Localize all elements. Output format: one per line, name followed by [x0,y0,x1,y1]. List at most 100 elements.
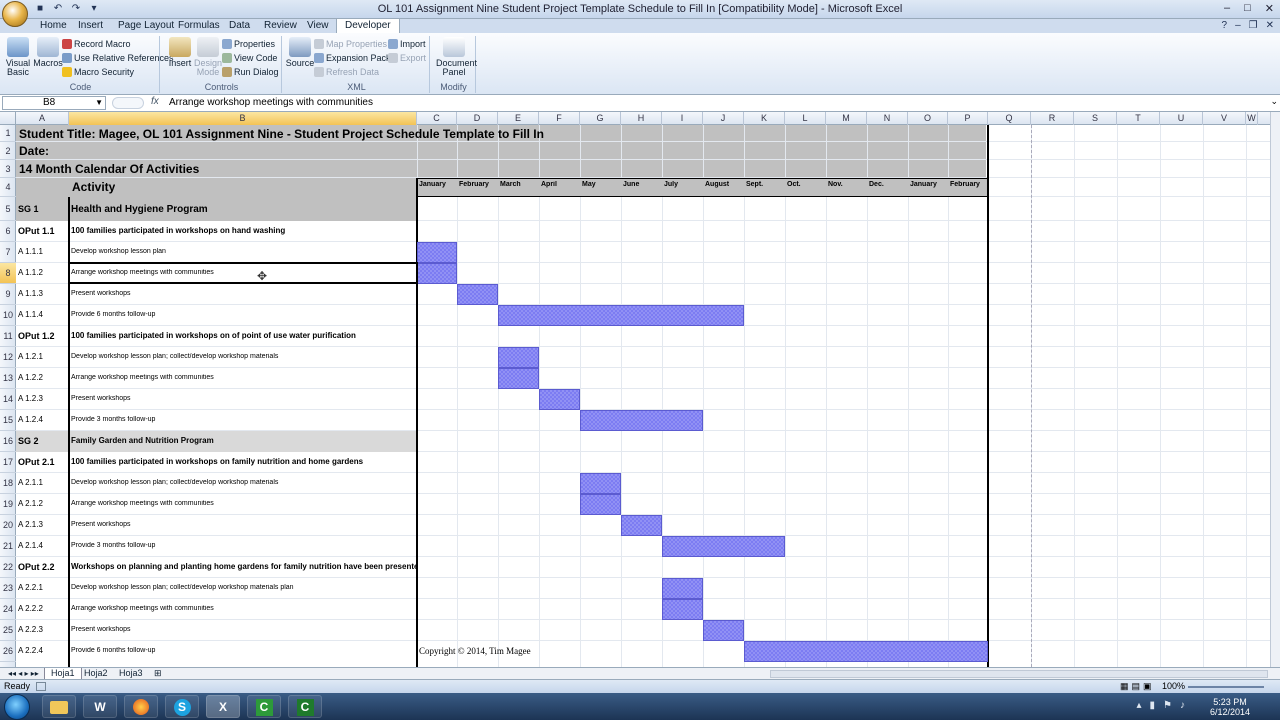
row-header-14[interactable]: 14 [0,389,16,410]
activity-description[interactable]: Workshops on planning and planting home … [71,562,416,571]
relative-references-button[interactable]: Use Relative References [62,52,174,65]
tab-data[interactable]: Data [221,19,258,33]
activity-description[interactable]: Develop workshop lesson plan; collect/de… [71,584,416,591]
tab-view[interactable]: View [299,19,337,33]
row-header-20[interactable]: 20 [0,515,16,536]
activity-description[interactable]: Provide 6 months follow-up [71,647,416,654]
activity-description[interactable]: Health and Hygiene Program [71,204,416,215]
row-header-13[interactable]: 13 [0,368,16,389]
zoom-level[interactable]: 100% [1162,680,1185,693]
activity-description[interactable]: Develop workshop lesson plan; collect/de… [71,479,416,486]
row-header-21[interactable]: 21 [0,536,16,557]
record-macro-button[interactable]: Record Macro [62,38,131,51]
activity-description[interactable]: Develop workshop lesson plan [71,248,416,255]
word-taskbar-icon[interactable]: W [83,695,117,718]
row-header-10[interactable]: 10 [0,305,16,326]
column-header-r[interactable]: R [1031,112,1074,125]
row-header-18[interactable]: 18 [0,473,16,494]
volume-icon[interactable]: ♪ [1180,700,1185,711]
column-header-a[interactable]: A [16,112,69,125]
horizontal-scrollbar[interactable] [770,670,1268,678]
activity-description[interactable]: Arrange workshop meetings with communiti… [71,374,416,381]
macro-record-status-icon[interactable] [36,682,46,691]
refresh-data-button[interactable]: Refresh Data [314,66,379,79]
column-header-k[interactable]: K [744,112,785,125]
activity-description[interactable]: Provide 3 months follow-up [71,416,416,423]
row-header-19[interactable]: 19 [0,494,16,515]
export-button[interactable]: Export [388,52,426,65]
activity-description[interactable]: Provide 3 months follow-up [71,542,416,549]
expand-formula-bar-icon[interactable]: ⌄ [1270,96,1278,107]
close-icon[interactable]: ✕ [1265,2,1274,15]
column-header-d[interactable]: D [457,112,498,125]
activity-description[interactable]: Arrange workshop meetings with communiti… [71,605,416,612]
column-header-p[interactable]: P [948,112,988,125]
column-header-s[interactable]: S [1074,112,1117,125]
activity-description[interactable]: 100 families participated in workshops o… [71,331,416,340]
row-header-3[interactable]: 3 [0,160,16,178]
tray-arrow-icon[interactable]: ▴ [1136,700,1141,711]
doc-close-icon[interactable]: ✕ [1266,20,1274,31]
activity-description[interactable]: 100 families participated in workshops o… [71,226,416,235]
row-header-26[interactable]: 26 [0,641,16,662]
row-header-7[interactable]: 7 [0,242,16,263]
row-header-2[interactable]: 2 [0,142,16,160]
firefox-taskbar-icon[interactable] [124,695,158,718]
explorer-taskbar-icon[interactable] [42,695,76,718]
name-box[interactable]: B8 ▼ [2,96,106,110]
excel-taskbar-icon[interactable]: X [206,695,240,718]
column-header-b[interactable]: B [69,112,417,125]
camtasia-taskbar-icon[interactable]: C [247,695,281,718]
camtasia-recorder-taskbar-icon[interactable]: C [288,695,322,718]
row-header-5[interactable]: 5 [0,197,16,221]
row-header-23[interactable]: 23 [0,578,16,599]
zoom-slider[interactable] [1188,686,1264,688]
row-header-16[interactable]: 16 [0,431,16,452]
column-header-h[interactable]: H [621,112,662,125]
row-header-15[interactable]: 15 [0,410,16,431]
name-box-dropdown-icon[interactable]: ▼ [95,97,103,109]
row-header-4[interactable]: 4 [0,178,16,197]
properties-button[interactable]: Properties [222,38,275,51]
row-header-24[interactable]: 24 [0,599,16,620]
row-header-25[interactable]: 25 [0,620,16,641]
source-button[interactable]: Source [284,37,316,68]
activity-description[interactable]: Provide 6 months follow-up [71,311,416,318]
help-icon[interactable]: ? [1222,20,1228,31]
doc-restore-icon[interactable]: ❐ [1249,20,1258,31]
vertical-scrollbar[interactable] [1270,112,1280,667]
map-properties-button[interactable]: Map Properties [314,38,387,51]
column-header-u[interactable]: U [1160,112,1203,125]
expansion-packs-button[interactable]: Expansion Packs [314,52,395,65]
import-button[interactable]: Import [388,38,426,51]
run-dialog-button[interactable]: Run Dialog [222,66,279,79]
tab-developer[interactable]: Developer [336,18,400,34]
view-buttons[interactable]: ▦▤▣ [1120,680,1155,693]
network-icon[interactable]: ▮ [1150,700,1156,711]
formula-input[interactable]: Arrange workshop meetings with communiti… [169,97,373,108]
column-header-w[interactable]: W [1246,112,1258,125]
row-header-12[interactable]: 12 [0,347,16,368]
column-header-t[interactable]: T [1117,112,1160,125]
row-header-6[interactable]: 6 [0,221,16,242]
macro-security-button[interactable]: Macro Security [62,66,134,79]
macros-button[interactable]: Macros [32,37,64,68]
insert-function-icon[interactable]: fx [151,96,159,107]
maximize-icon[interactable]: □ [1244,2,1251,15]
column-header-i[interactable]: I [662,112,703,125]
view-code-button[interactable]: View Code [222,52,277,65]
column-header-f[interactable]: F [539,112,580,125]
row-header-9[interactable]: 9 [0,284,16,305]
column-header-j[interactable]: J [703,112,744,125]
row-header-17[interactable]: 17 [0,452,16,473]
column-header-c[interactable]: C [417,112,457,125]
doc-minimize-icon[interactable]: – [1235,20,1241,31]
activity-description[interactable]: Present workshops [71,395,416,402]
taskbar-clock[interactable]: 5:23 PM 6/12/2014 [1210,697,1250,717]
column-header-e[interactable]: E [498,112,539,125]
row-header-8[interactable]: 8 [0,263,16,284]
design-mode-button[interactable]: Design Mode [192,37,224,77]
column-header-m[interactable]: M [826,112,867,125]
activity-description[interactable]: Family Garden and Nutrition Program [71,436,416,445]
column-header-q[interactable]: Q [988,112,1031,125]
